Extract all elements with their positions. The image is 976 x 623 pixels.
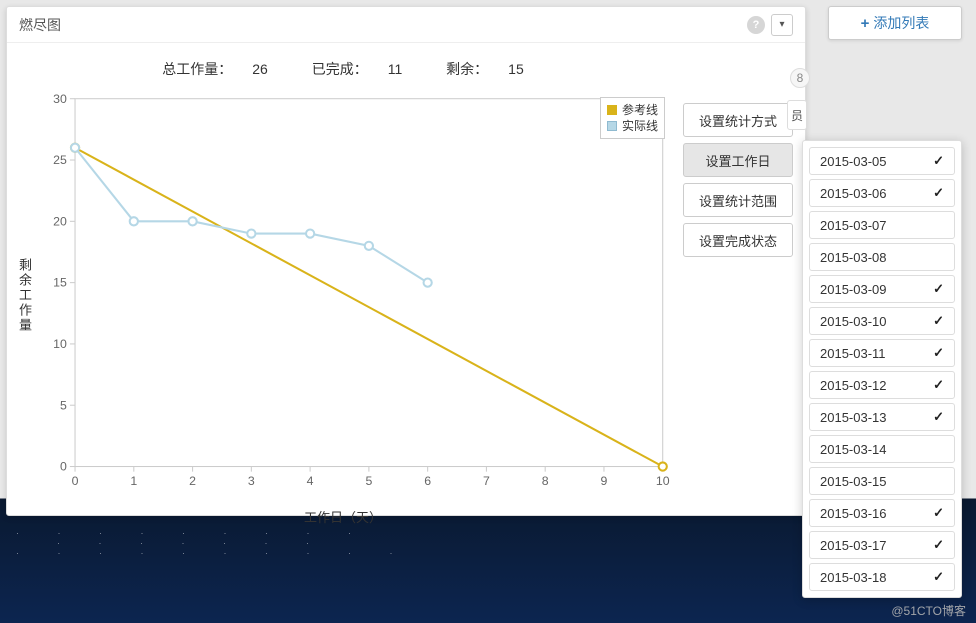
svg-text:0: 0 bbox=[60, 460, 67, 474]
date-label: 2015-03-15 bbox=[820, 474, 887, 489]
check-icon: ✓ bbox=[933, 505, 944, 521]
date-label: 2015-03-08 bbox=[820, 250, 887, 265]
svg-text:3: 3 bbox=[248, 474, 255, 488]
date-label: 2015-03-11 bbox=[820, 346, 886, 361]
date-label: 2015-03-10 bbox=[820, 314, 887, 329]
date-item[interactable]: 2015-03-08✓ bbox=[809, 243, 955, 271]
svg-text:9: 9 bbox=[601, 474, 608, 488]
date-item[interactable]: 2015-03-15✓ bbox=[809, 467, 955, 495]
svg-text:5: 5 bbox=[60, 398, 67, 412]
svg-text:4: 4 bbox=[307, 474, 314, 488]
date-item[interactable]: 2015-03-13 ✓ bbox=[809, 403, 955, 431]
chevron-down-icon: ▾ bbox=[779, 7, 784, 43]
plot-area: 剩余工作量 0 1 2 3 4 5 6 7 8 9 10 0 5 10 15 20 25 30 参考线 实际线 bbox=[13, 89, 673, 503]
date-label: 2015-03-16 bbox=[820, 506, 887, 521]
side-button-group: 设置统计方式设置工作日设置统计范围设置完成状态 bbox=[673, 53, 793, 503]
date-item[interactable]: 2015-03-10 ✓ bbox=[809, 307, 955, 335]
svg-text:2: 2 bbox=[189, 474, 196, 488]
date-label: 2015-03-12 bbox=[820, 378, 887, 393]
plus-icon: + bbox=[861, 15, 870, 32]
date-item[interactable]: 2015-03-14✓ bbox=[809, 435, 955, 463]
date-item[interactable]: 2015-03-09 ✓ bbox=[809, 275, 955, 303]
date-label: 2015-03-18 bbox=[820, 570, 887, 585]
add-list-button[interactable]: + 添加列表 bbox=[828, 6, 962, 40]
svg-text:25: 25 bbox=[53, 153, 67, 167]
legend-swatch-actual bbox=[607, 121, 617, 131]
date-label: 2015-03-14 bbox=[820, 442, 887, 457]
help-icon[interactable]: ? bbox=[747, 16, 765, 34]
check-icon: ✓ bbox=[933, 377, 944, 393]
chart-wrap: 总工作量：26 已完成：11 剩余：15 剩余工作量 0123456789100… bbox=[13, 53, 673, 503]
date-item[interactable]: 2015-03-11 ✓ bbox=[809, 339, 955, 367]
chart-legend: 参考线 实际线 bbox=[600, 97, 665, 139]
legend-actual: 实际线 bbox=[607, 118, 658, 134]
legend-reference: 参考线 bbox=[607, 102, 658, 118]
svg-text:20: 20 bbox=[53, 214, 67, 228]
chart-canvas: 0 1 2 3 4 5 6 7 8 9 10 0 5 10 15 20 25 30 参考线 实际线 bbox=[36, 89, 673, 503]
date-item[interactable]: 2015-03-12 ✓ bbox=[809, 371, 955, 399]
side-button-1[interactable]: 设置工作日 bbox=[683, 143, 793, 177]
legend-swatch-reference bbox=[607, 105, 617, 115]
side-button-2[interactable]: 设置统计范围 bbox=[683, 183, 793, 217]
svg-text:7: 7 bbox=[483, 474, 490, 488]
panel-header-controls: ? ▾ bbox=[747, 14, 793, 36]
svg-text:8: 8 bbox=[542, 474, 549, 488]
svg-text:6: 6 bbox=[424, 474, 431, 488]
panel-menu-toggle[interactable]: ▾ bbox=[771, 14, 793, 36]
date-item[interactable]: 2015-03-18 ✓ bbox=[809, 563, 955, 591]
check-icon: ✓ bbox=[933, 313, 944, 329]
burndown-chart: 0 1 2 3 4 5 6 7 8 9 10 0 5 10 15 20 25 30 bbox=[36, 89, 673, 503]
panel-header: 燃尽图 ? ▾ bbox=[7, 7, 805, 43]
check-icon: ✓ bbox=[933, 281, 944, 297]
date-label: 2015-03-17 bbox=[820, 538, 887, 553]
count-badge: 8 bbox=[790, 68, 810, 88]
check-icon: ✓ bbox=[933, 569, 944, 585]
svg-text:0: 0 bbox=[72, 474, 79, 488]
summary-total: 总工作量：26 bbox=[152, 61, 278, 77]
date-item[interactable]: 2015-03-17 ✓ bbox=[809, 531, 955, 559]
date-item[interactable]: 2015-03-05 ✓ bbox=[809, 147, 955, 175]
chart-summary: 总工作量：26 已完成：11 剩余：15 bbox=[13, 53, 673, 89]
background-stars: · · · · · · · · · · · · · · · ·· · · · ·… bbox=[0, 520, 815, 623]
svg-text:10: 10 bbox=[656, 474, 670, 488]
side-button-3[interactable]: 设置完成状态 bbox=[683, 223, 793, 257]
check-icon: ✓ bbox=[933, 153, 944, 169]
summary-left: 剩余：15 bbox=[436, 61, 534, 77]
svg-text:1: 1 bbox=[130, 474, 137, 488]
date-label: 2015-03-06 bbox=[820, 186, 887, 201]
svg-text:10: 10 bbox=[53, 337, 67, 351]
check-icon: ✓ bbox=[933, 345, 944, 361]
hidden-panel-peek: 员 bbox=[787, 100, 807, 130]
svg-text:5: 5 bbox=[365, 474, 372, 488]
date-label: 2015-03-13 bbox=[820, 410, 887, 425]
check-icon: ✓ bbox=[933, 409, 944, 425]
date-label: 2015-03-07 bbox=[820, 218, 887, 233]
watermark: @51CTO博客 bbox=[891, 602, 966, 619]
check-icon: ✓ bbox=[933, 537, 944, 553]
date-item[interactable]: 2015-03-06 ✓ bbox=[809, 179, 955, 207]
workday-date-popover: 2015-03-05✓2015-03-06✓2015-03-07✓2015-03… bbox=[802, 140, 962, 598]
date-label: 2015-03-09 bbox=[820, 282, 887, 297]
check-icon: ✓ bbox=[933, 185, 944, 201]
svg-text:15: 15 bbox=[53, 276, 67, 290]
summary-done: 已完成：11 bbox=[302, 61, 413, 77]
y-axis-label: 剩余工作量 bbox=[13, 89, 36, 503]
date-item[interactable]: 2015-03-07✓ bbox=[809, 211, 955, 239]
side-button-0[interactable]: 设置统计方式 bbox=[683, 103, 793, 137]
date-item[interactable]: 2015-03-16 ✓ bbox=[809, 499, 955, 527]
date-label: 2015-03-05 bbox=[820, 154, 887, 169]
panel-title: 燃尽图 bbox=[19, 7, 61, 43]
burndown-panel: 燃尽图 ? ▾ 总工作量：26 已完成：11 剩余：15 剩余工作量 0 1 2 3 4… bbox=[6, 6, 806, 516]
panel-body: 总工作量：26 已完成：11 剩余：15 剩余工作量 0123456789100… bbox=[7, 43, 805, 515]
add-list-label: 添加列表 bbox=[873, 13, 929, 33]
svg-text:30: 30 bbox=[53, 92, 67, 106]
